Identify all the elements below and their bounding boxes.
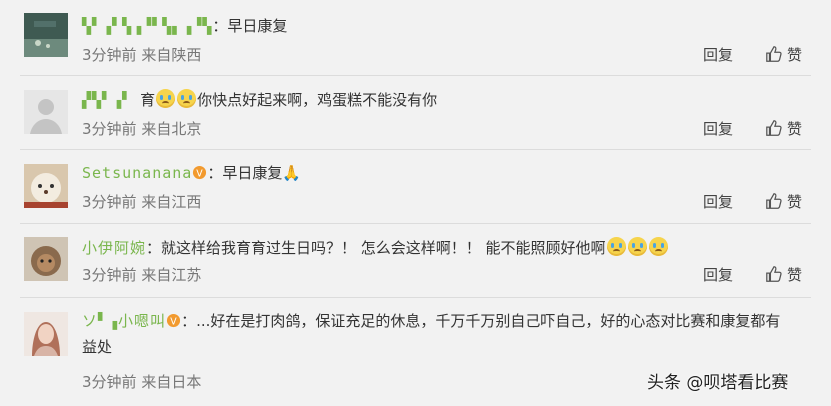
comment-meta: 3分钟前 来自陕西 — [82, 45, 201, 65]
comment-item: Setsunanana V ：早日康复🙏 3分钟前 来自江西 回复 赞 — [0, 150, 831, 224]
comment-meta: 3分钟前 来自江西 — [82, 192, 201, 212]
crying-emoji-icon — [177, 89, 197, 108]
comment-meta: 3分钟前 来自日本 — [82, 372, 201, 392]
comment-text: 你快点好起来啊，鸡蛋糕不能没有你 — [197, 91, 438, 109]
comment-line: ソ▘▗小嗯叫 V ：...好在是打肉鸽，保证充足的休息，千万千万别自己吓自己，好的心… — [82, 308, 782, 360]
comment-source: 来自江西 — [141, 193, 202, 211]
comment-line: ▞▚▘▗▘ 育 你快点好起来啊，鸡蛋糕不能没有你 — [82, 89, 437, 110]
like-label: 赞 — [787, 120, 803, 138]
comment-item: ▚▘▗▘▚▗▝▘▚▖▗▝▚：早日康复 3分钟前 来自陕西 回复 赞 — [0, 0, 831, 75]
like-button[interactable]: 赞 — [765, 119, 802, 139]
svg-text:V: V — [170, 316, 177, 327]
comment-time: 3分钟前 — [82, 266, 137, 284]
comment-source: 来自日本 — [141, 373, 202, 391]
comment-text: 育 — [140, 91, 156, 109]
comment-time: 3分钟前 — [82, 120, 137, 138]
comment-meta: 3分钟前 来自北京 — [82, 119, 201, 139]
comment-line: Setsunanana V ：早日康复🙏 — [82, 163, 301, 183]
username[interactable]: 小伊阿婉 — [82, 239, 146, 257]
username[interactable]: Setsunanana — [82, 164, 192, 182]
crying-emoji-icon — [156, 89, 176, 108]
comment-line: 小伊阿婉：就这样给我育育过生日吗？！ 怎么会这样啊！！ 能不能照顾好他啊 — [82, 237, 669, 258]
avatar[interactable] — [24, 13, 68, 57]
reply-button[interactable]: 回复 — [703, 265, 733, 285]
reply-button[interactable]: 回复 — [703, 192, 733, 212]
avatar[interactable] — [24, 90, 68, 134]
avatar[interactable] — [24, 312, 68, 356]
comment-time: 3分钟前 — [82, 193, 137, 211]
svg-text:V: V — [197, 168, 204, 179]
thumbs-up-icon — [766, 46, 782, 62]
comment-source: 来自陕西 — [141, 46, 202, 64]
verified-badge-icon: V — [193, 165, 207, 179]
comment-text: ：早日康复 — [212, 17, 288, 35]
crying-emoji-icon — [606, 237, 626, 256]
username[interactable]: ▚▘▗▘▚▗▝▘▚▖▗▝▚ — [82, 17, 212, 35]
like-button[interactable]: 赞 — [765, 265, 802, 285]
username[interactable]: ▞▚▘▗▘ — [82, 91, 132, 109]
comment-item: ▞▚▘▗▘ 育 你快点好起来啊，鸡蛋糕不能没有你 3分钟前 来自北京 回复 赞 — [0, 76, 831, 149]
avatar[interactable] — [24, 237, 68, 281]
comment-source: 来自江苏 — [141, 266, 202, 284]
thumbs-up-icon — [766, 120, 782, 136]
verified-badge-icon: V — [167, 313, 181, 327]
reply-button[interactable]: 回复 — [703, 45, 733, 65]
thumbs-up-icon — [766, 193, 782, 209]
comment-text: ：...好在是打肉鸽，保证充足的休息，千万千万别自己吓自己，好的心态对比赛和康复… — [82, 312, 781, 356]
comment-source: 来自北京 — [141, 120, 202, 138]
comment-text: ：早日康复🙏 — [207, 164, 302, 182]
comment-time: 3分钟前 — [82, 46, 137, 64]
comment-item: 小伊阿婉：就这样给我育育过生日吗？！ 怎么会这样啊！！ 能不能照顾好他啊 3分钟… — [0, 224, 831, 297]
like-button[interactable]: 赞 — [765, 45, 802, 65]
like-label: 赞 — [787, 266, 803, 284]
thumbs-up-icon — [766, 266, 782, 282]
like-label: 赞 — [787, 193, 803, 211]
reply-button[interactable]: 回复 — [703, 119, 733, 139]
comment-meta: 3分钟前 来自江苏 — [82, 265, 201, 285]
watermark: 头条 @呗塔看比赛 — [647, 373, 789, 393]
avatar[interactable] — [24, 164, 68, 208]
comment-time: 3分钟前 — [82, 373, 137, 391]
comment-text: ：就这样给我育育过生日吗？！ 怎么会这样啊！！ 能不能照顾好他啊 — [146, 239, 606, 257]
username[interactable]: ソ▘▗小嗯叫 — [82, 312, 166, 330]
crying-emoji-icon — [627, 237, 647, 256]
crying-emoji-icon — [648, 237, 668, 256]
like-label: 赞 — [787, 46, 803, 64]
like-button[interactable]: 赞 — [765, 192, 802, 212]
comment-line: ▚▘▗▘▚▗▝▘▚▖▗▝▚：早日康复 — [82, 16, 287, 36]
